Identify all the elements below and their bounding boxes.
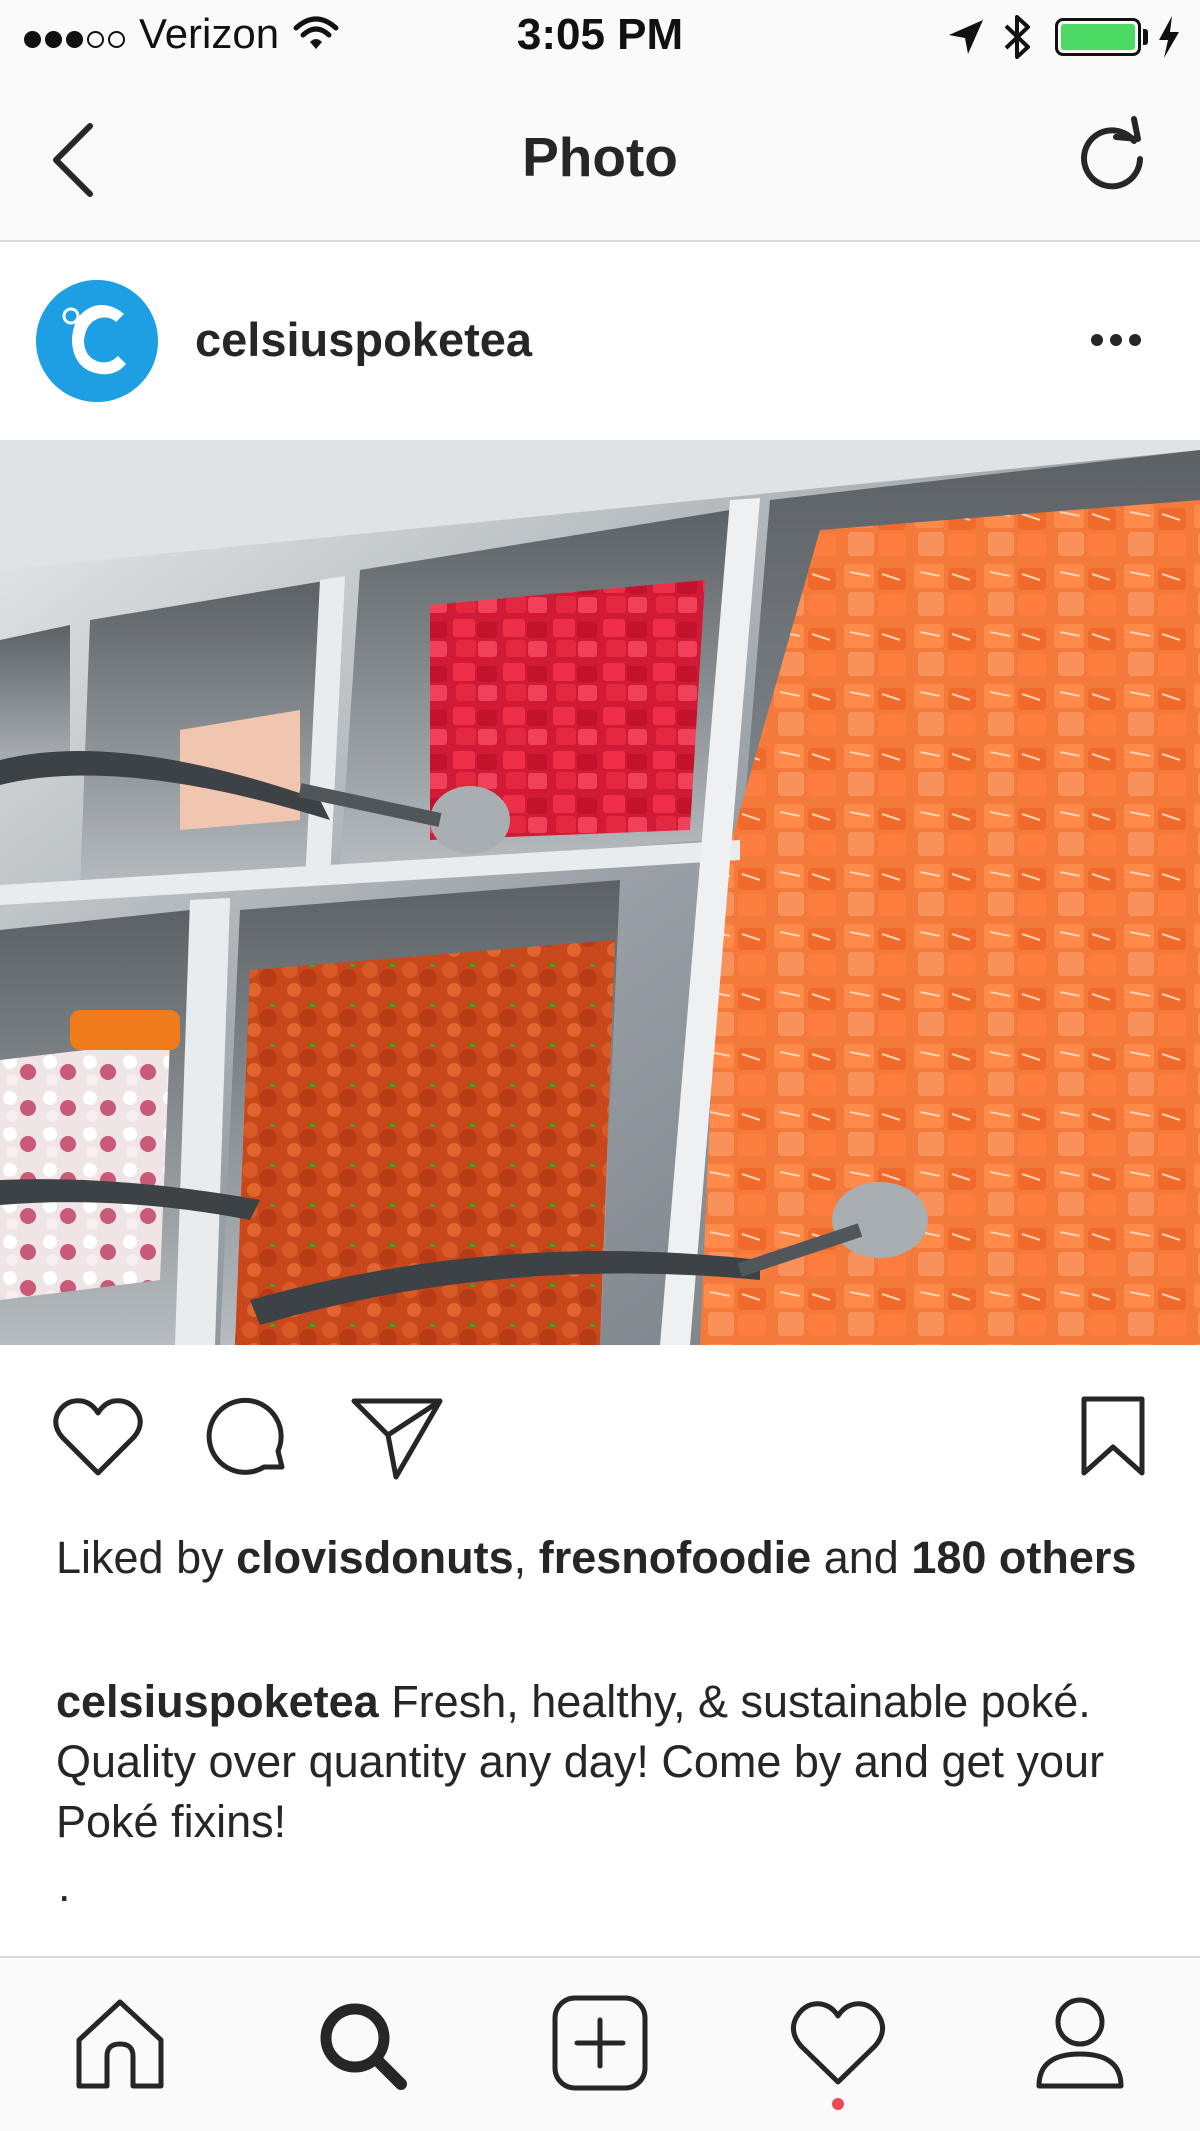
location-arrow-icon <box>949 20 983 54</box>
tab-home-icon[interactable] <box>65 1988 175 2098</box>
tab-profile-icon[interactable] <box>1025 1988 1135 2098</box>
post-photo[interactable] <box>0 440 1200 1345</box>
save-bookmark-button[interactable] <box>1078 1393 1148 1479</box>
comment-button[interactable] <box>202 1393 292 1483</box>
tab-bar <box>0 1956 1200 2131</box>
tab-search-icon[interactable] <box>305 1988 415 2098</box>
likes-separator: , <box>513 1532 527 1583</box>
status-bar: Verizon 3:05 PM <box>0 0 1200 75</box>
post-username[interactable]: celsiuspoketea <box>195 312 532 367</box>
caption-trailing-dot: . <box>58 1860 71 1911</box>
poke-bar-photo <box>0 440 1200 1345</box>
share-button[interactable] <box>350 1395 444 1481</box>
post-caption: celsiuspoketea Fresh, healthy, & sustain… <box>56 1672 1166 1852</box>
bluetooth-icon <box>1004 15 1030 59</box>
liker-link-fresnofoodie[interactable]: fresnofoodie <box>539 1532 812 1583</box>
refresh-button[interactable] <box>1072 115 1152 195</box>
battery-level <box>1061 24 1135 50</box>
notification-dot <box>832 2098 844 2110</box>
likes-summary: Liked by clovisdonuts, fresnofoodie and … <box>56 1528 1156 1588</box>
likes-conjunction: and <box>823 1532 899 1583</box>
battery-icon <box>1055 18 1141 56</box>
celsius-logo-icon <box>36 280 158 402</box>
tab-heart-icon[interactable] <box>783 1988 893 2098</box>
avatar[interactable] <box>36 280 158 402</box>
caption-username[interactable]: celsiuspoketea <box>56 1676 379 1727</box>
charging-bolt-icon <box>1159 16 1179 58</box>
page-title: Photo <box>522 126 678 188</box>
navigation-bar: Photo <box>0 75 1200 242</box>
likes-prefix: Liked by <box>56 1532 224 1583</box>
like-button[interactable] <box>50 1393 146 1481</box>
liker-link-clovisdonuts[interactable]: clovisdonuts <box>236 1532 514 1583</box>
battery-tip <box>1143 29 1148 45</box>
likes-others-link[interactable]: 180 others <box>911 1532 1136 1583</box>
more-options-button[interactable] <box>1085 310 1155 370</box>
tab-add-icon[interactable] <box>545 1988 655 2098</box>
